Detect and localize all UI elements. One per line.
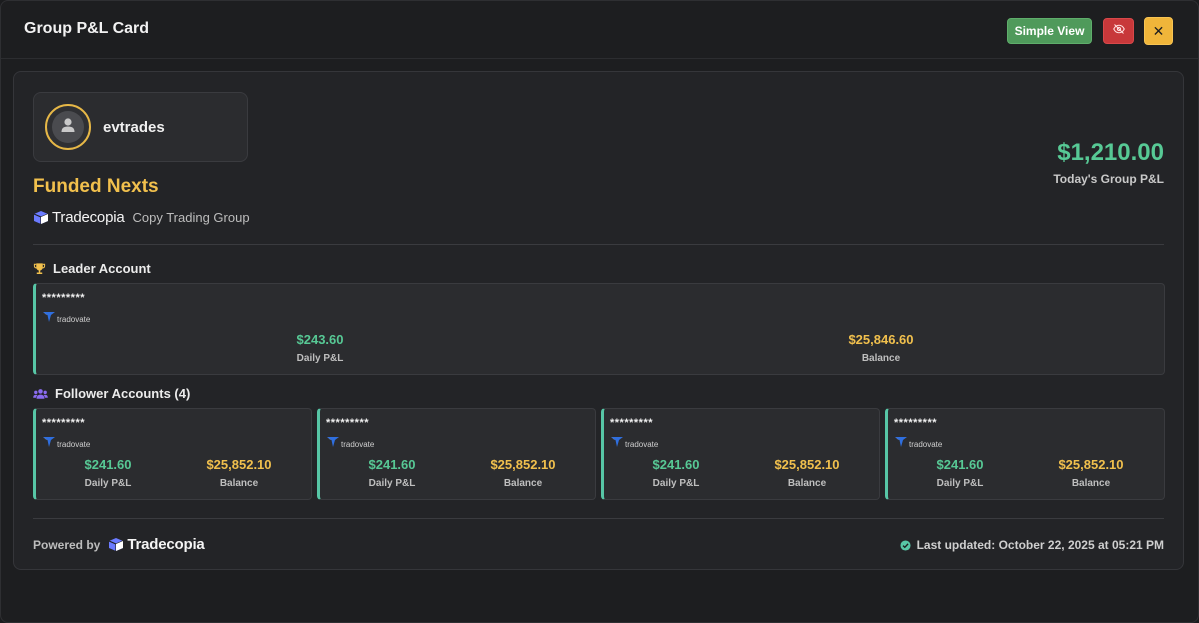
group-name: Funded Nexts (33, 176, 159, 197)
balance-label: Balance (503, 478, 543, 489)
group-pnl-window: Group P&L Card Simple View ✕ evtrades Fu… (0, 0, 1199, 623)
daily-pnl-metric: $241.60 Daily P&L (342, 457, 442, 489)
trophy-icon (33, 262, 46, 275)
broker-name: tradovate (57, 439, 91, 449)
balance-metric: $25,852.10 Balance (752, 457, 862, 489)
close-button[interactable]: ✕ (1144, 17, 1173, 45)
window-title: Group P&L Card (24, 20, 150, 37)
powered-by-label: Powered by (33, 537, 101, 552)
tradovate-icon (610, 435, 624, 453)
group-pnl-label: Today's Group P&L (1053, 172, 1164, 186)
balance-metric: $25,846.60 Balance (781, 332, 981, 364)
last-updated-text: Last updated: October 22, 2025 at 05:21 … (916, 538, 1164, 552)
account-id: ********* (894, 417, 938, 429)
leader-account-card: ********* tradovate $243.60 Daily P&L $2… (33, 283, 1165, 375)
brand-name: Tradecopia (52, 208, 125, 226)
daily-pnl-value: $241.60 (368, 457, 416, 472)
balance-label: Balance (787, 478, 827, 489)
balance-label: Balance (219, 478, 259, 489)
broker-name: tradovate (909, 439, 943, 449)
account-id: ********* (42, 417, 86, 429)
broker-name: tradovate (341, 439, 375, 449)
daily-pnl-value: $241.60 (652, 457, 700, 472)
balance-metric: $25,852.10 Balance (468, 457, 578, 489)
leader-heading: Leader Account (33, 261, 151, 276)
avatar (45, 104, 91, 150)
broker: tradovate (326, 435, 374, 453)
tradecopia-logo: Tradecopia (33, 209, 125, 226)
pnl-card: evtrades Funded Nexts Tradecopia Copy Tr… (13, 71, 1184, 570)
daily-pnl-label: Daily P&L (296, 353, 344, 364)
powered-by: Powered by Tradecopia (33, 536, 205, 553)
broker: tradovate (42, 435, 90, 453)
group-subtitle: Copy Trading Group (132, 209, 250, 225)
broker-name: tradovate (625, 439, 659, 449)
follower-account-card: ********* tradovate $241.60 Daily P&L $2… (601, 408, 880, 500)
daily-pnl-label: Daily P&L (84, 478, 132, 489)
brand-row: Tradecopia Copy Trading Group (33, 209, 250, 226)
daily-pnl-metric: $241.60 Daily P&L (58, 457, 158, 489)
leader-heading-label: Leader Account (53, 261, 151, 276)
account-id: ********* (42, 292, 86, 304)
daily-pnl-value: $243.60 (296, 332, 344, 347)
daily-pnl-value: $241.60 (936, 457, 984, 472)
balance-value: $25,852.10 (206, 457, 272, 472)
follower-account-card: ********* tradovate $241.60 Daily P&L $2… (317, 408, 596, 500)
follower-account-card: ********* tradovate $241.60 Daily P&L $2… (33, 408, 312, 500)
balance-value: $25,852.10 (774, 457, 840, 472)
account-id: ********* (610, 417, 654, 429)
check-circle-icon (900, 539, 911, 551)
balance-value: $25,852.10 (490, 457, 556, 472)
daily-pnl-metric: $241.60 Daily P&L (910, 457, 1010, 489)
daily-pnl-value: $241.60 (84, 457, 132, 472)
balance-metric: $25,852.10 Balance (184, 457, 294, 489)
user-icon (59, 116, 77, 139)
title-bar: Group P&L Card Simple View ✕ (1, 1, 1198, 59)
tradovate-icon (326, 435, 340, 453)
broker-name: tradovate (57, 314, 91, 324)
tradecopia-logo: Tradecopia (108, 536, 205, 553)
last-updated: Last updated: October 22, 2025 at 05:21 … (900, 538, 1164, 552)
tradovate-icon (894, 435, 908, 453)
balance-label: Balance (1071, 478, 1111, 489)
broker: tradovate (610, 435, 658, 453)
balance-value: $25,852.10 (1058, 457, 1124, 472)
account-id: ********* (326, 417, 370, 429)
daily-pnl-label: Daily P&L (652, 478, 700, 489)
daily-pnl-metric: $241.60 Daily P&L (626, 457, 726, 489)
eye-slash-icon (1112, 22, 1125, 40)
profile-box: evtrades (33, 92, 248, 162)
balance-metric: $25,852.10 Balance (1036, 457, 1146, 489)
brand-name: Tradecopia (127, 536, 205, 553)
divider (33, 244, 1164, 245)
tradovate-icon (42, 310, 56, 328)
broker: tradovate (894, 435, 942, 453)
tradovate-icon (42, 435, 56, 453)
group-pnl-value: $1,210.00 (1057, 139, 1164, 166)
balance-value: $25,846.60 (848, 332, 914, 347)
broker: tradovate (42, 310, 90, 328)
hide-button[interactable] (1103, 18, 1134, 44)
balance-label: Balance (861, 353, 901, 364)
followers-heading-label: Follower Accounts (4) (55, 386, 191, 401)
followers-heading: Follower Accounts (4) (33, 386, 190, 401)
daily-pnl-metric: $243.60 Daily P&L (220, 332, 420, 364)
simple-view-button[interactable]: Simple View (1007, 18, 1092, 44)
follower-account-card: ********* tradovate $241.60 Daily P&L $2… (885, 408, 1165, 500)
footer-divider (33, 518, 1164, 519)
username: evtrades (103, 119, 165, 136)
daily-pnl-label: Daily P&L (936, 478, 984, 489)
users-icon (33, 388, 48, 400)
daily-pnl-label: Daily P&L (368, 478, 416, 489)
